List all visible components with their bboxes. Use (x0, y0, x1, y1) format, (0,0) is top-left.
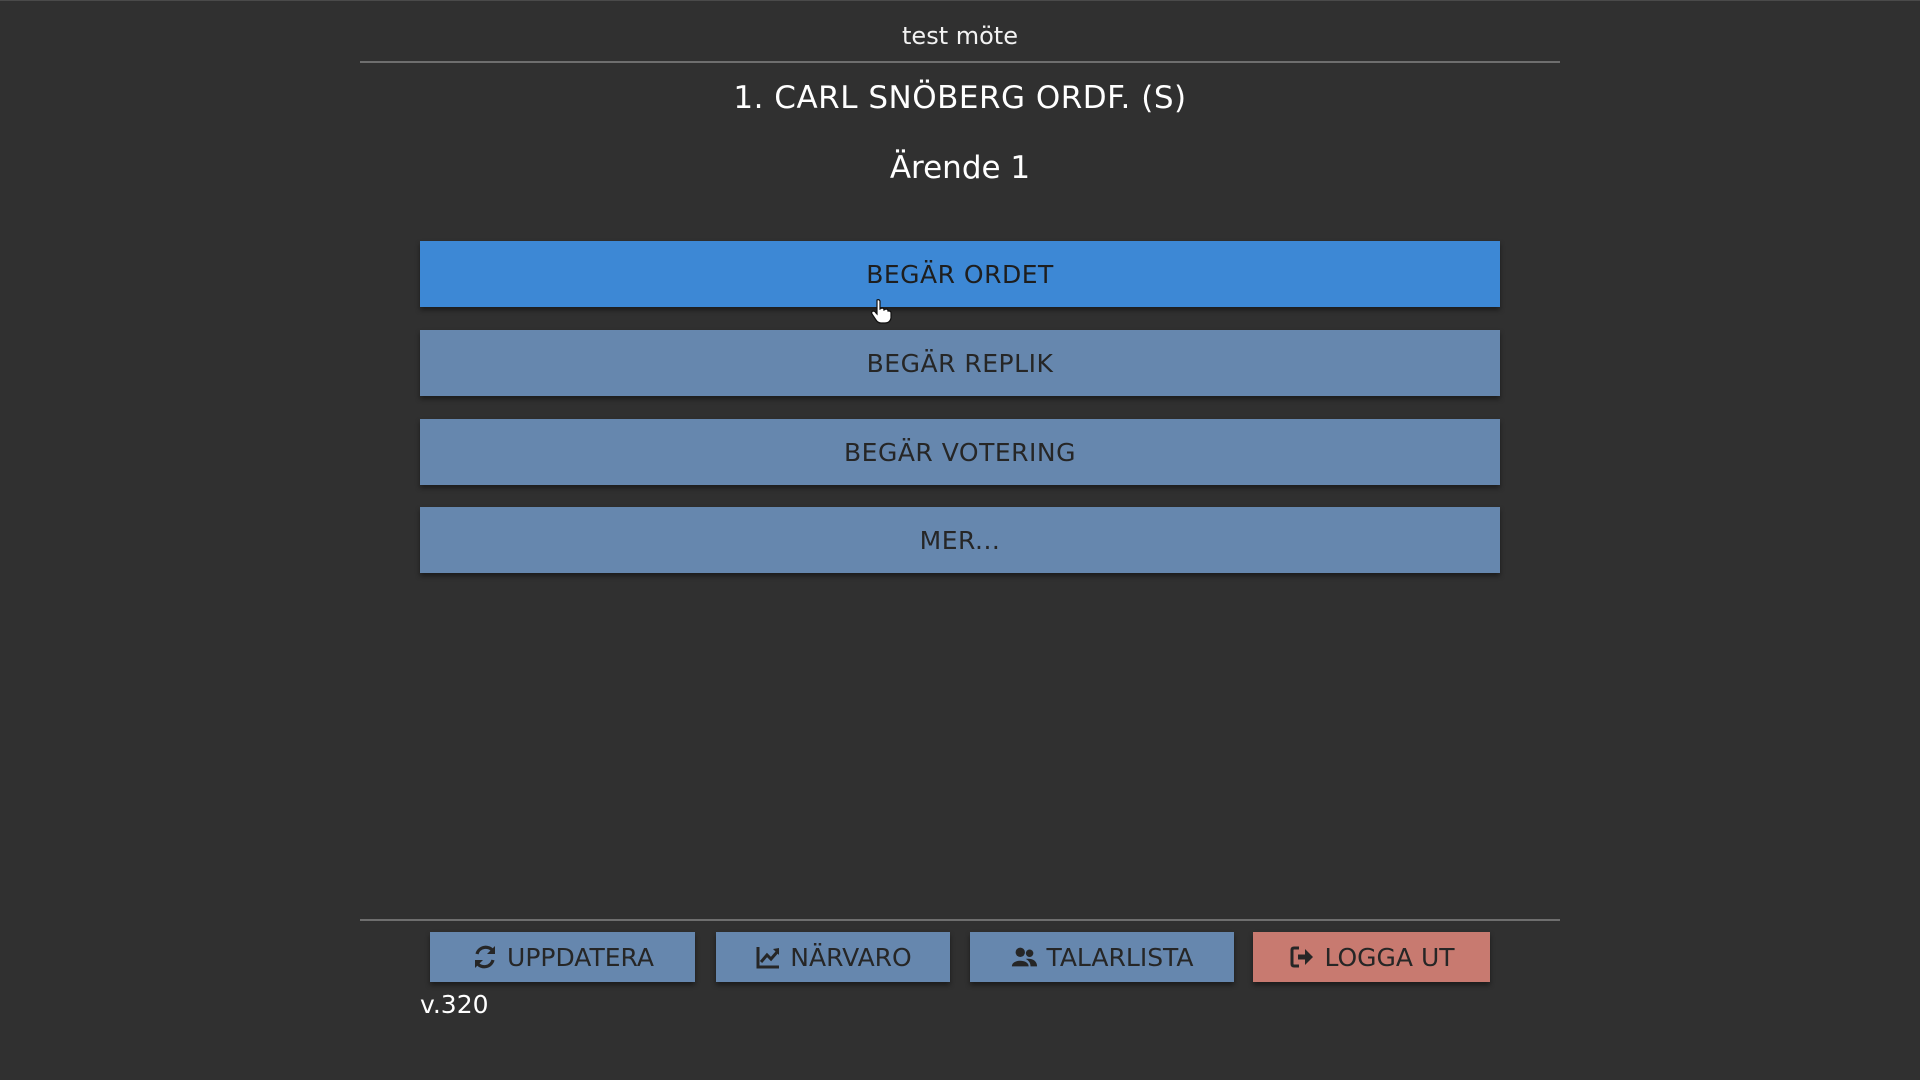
request-vote-label: BEGÄR VOTERING (844, 437, 1076, 467)
users-icon (1010, 943, 1038, 971)
refresh-label: UPPDATERA (507, 942, 654, 972)
logout-button[interactable]: LOGGA UT (1253, 932, 1490, 982)
request-reply-button[interactable]: BEGÄR REPLIK (420, 330, 1500, 396)
agenda-item-title: Ärende 1 (889, 150, 1031, 186)
request-vote-button[interactable]: BEGÄR VOTERING (420, 419, 1500, 485)
request-floor-label: BEGÄR ORDET (866, 259, 1054, 289)
attendance-button[interactable]: NÄRVARO (716, 932, 950, 982)
request-floor-button[interactable]: BEGÄR ORDET (420, 241, 1500, 307)
more-button[interactable]: MER... (420, 507, 1500, 573)
request-reply-label: BEGÄR REPLIK (866, 348, 1054, 378)
speaker-name: 1. CARL SNÖBERG ORDF. (S) (733, 80, 1187, 116)
header-divider (360, 61, 1560, 63)
logout-label: LOGGA UT (1324, 942, 1455, 972)
meeting-title: test möte (902, 22, 1018, 50)
speaker-list-button[interactable]: TALARLISTA (970, 932, 1234, 982)
refresh-icon (471, 943, 499, 971)
refresh-button[interactable]: UPPDATERA (430, 932, 695, 982)
top-border (0, 0, 1920, 1)
footer-divider (360, 919, 1560, 921)
sign-out-icon (1288, 943, 1316, 971)
attendance-label: NÄRVARO (790, 942, 912, 972)
page: test möte 1. CARL SNÖBERG ORDF. (S) Ären… (0, 0, 1920, 1080)
more-label: MER... (919, 525, 1001, 555)
version-label: v.320 (420, 990, 489, 1019)
speaker-list-label: TALARLISTA (1046, 942, 1194, 972)
chart-line-icon (754, 943, 782, 971)
